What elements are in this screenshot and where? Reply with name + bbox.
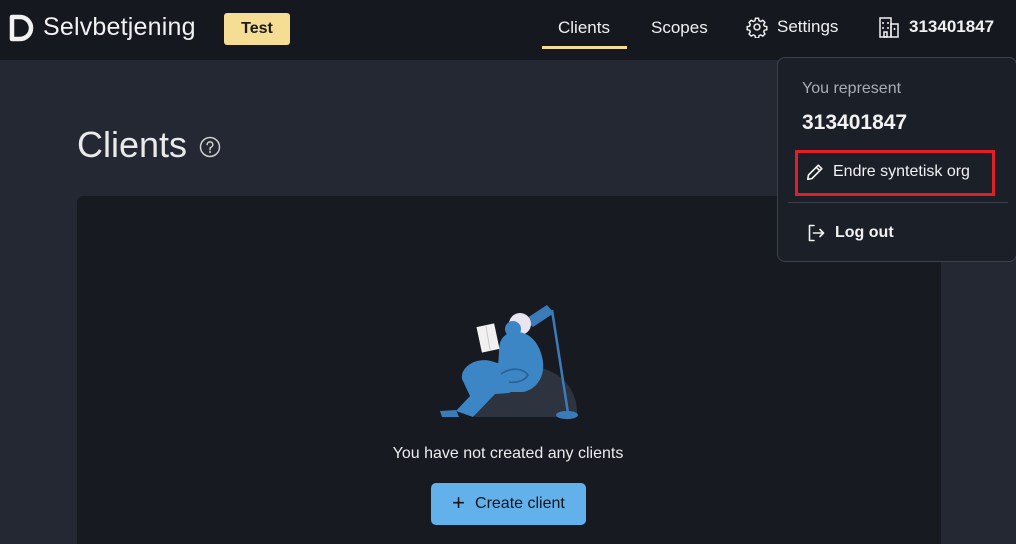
- dropdown-divider: [788, 202, 1008, 203]
- nav-settings-label: Settings: [777, 17, 839, 36]
- edit-synthetic-org-menu-item[interactable]: Endre syntetisk org: [806, 163, 970, 181]
- environment-badge: Test: [224, 13, 290, 45]
- active-tab-indicator: [542, 46, 627, 49]
- organization-dropdown-menu: You represent 313401847 Endre syntetisk …: [777, 57, 1016, 262]
- org-number-label: 313401847: [909, 17, 995, 36]
- help-icon[interactable]: [199, 136, 221, 158]
- dropdown-org-number: 313401847: [802, 111, 908, 134]
- page-title-text: Clients: [77, 124, 188, 165]
- nav-clients-link[interactable]: Clients: [558, 18, 610, 38]
- building-icon: [879, 17, 899, 38]
- pencil-icon: [806, 164, 823, 181]
- app-logo[interactable]: Selvbetjening: [9, 13, 196, 42]
- org-menu-button[interactable]: 313401847: [878, 15, 994, 39]
- plus-icon: +: [452, 490, 466, 515]
- app-name: Selvbetjening: [43, 13, 196, 41]
- nav-settings-link[interactable]: Settings: [746, 16, 838, 38]
- d-logo-icon: [9, 14, 34, 42]
- top-navigation-bar: Selvbetjening Test Clients Scopes Settin…: [0, 0, 1016, 60]
- create-client-label: Create client: [475, 495, 565, 512]
- dropdown-caption: You represent: [802, 80, 902, 97]
- reading-person-illustration: [440, 305, 578, 419]
- page-title: Clients: [77, 124, 221, 166]
- create-client-button[interactable]: + Create client: [431, 483, 586, 525]
- log-out-menu-item[interactable]: Log out: [806, 223, 894, 243]
- empty-state-message: You have not created any clients: [392, 445, 624, 462]
- edit-synthetic-org-label: Endre syntetisk org: [833, 163, 970, 180]
- gear-icon: [746, 17, 768, 38]
- log-out-label: Log out: [835, 224, 894, 241]
- log-out-icon: [808, 224, 825, 242]
- nav-scopes-link[interactable]: Scopes: [651, 18, 708, 38]
